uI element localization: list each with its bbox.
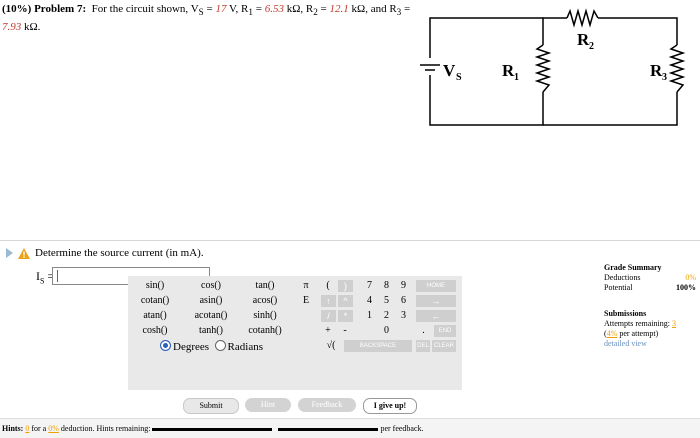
- digit-3-key[interactable]: 3: [396, 310, 411, 322]
- digit-9-key[interactable]: 9: [396, 280, 411, 292]
- angle-mode: Degrees Radians: [160, 340, 263, 353]
- r3-sub: 3: [662, 72, 667, 83]
- radians-radio[interactable]: [214, 340, 226, 351]
- detailed-view-link[interactable]: detailed view: [604, 339, 698, 349]
- r2-value: 12.1: [329, 3, 349, 15]
- acotan-key[interactable]: acotan(): [186, 310, 236, 321]
- r2-sub: 2: [589, 41, 594, 52]
- sinh-key[interactable]: sinh(): [240, 310, 290, 321]
- degrees-radio[interactable]: [160, 340, 171, 351]
- hints-bar: Hints: 0 for a 0% deduction. Hints remai…: [0, 418, 700, 438]
- attempts-remaining: Attempts remaining: 3: [604, 319, 676, 328]
- deductions-row: Deductions 0%: [604, 273, 696, 282]
- hints-label: Hints:: [2, 424, 24, 433]
- digit-7-key[interactable]: 7: [362, 280, 377, 292]
- feedback-tail: per feedback.: [380, 424, 424, 433]
- acos-key[interactable]: acos(): [240, 295, 290, 306]
- left-arrow-key[interactable]: ←: [416, 310, 456, 322]
- per-attempt: (4% per attempt): [604, 329, 659, 338]
- tan-key[interactable]: tan(): [240, 280, 290, 291]
- r1-sub: 1: [514, 72, 519, 83]
- grade-summary-title: Grade Summary: [604, 263, 662, 272]
- star-key[interactable]: *: [338, 310, 353, 322]
- circuit-wire-bottom-left: [429, 75, 544, 126]
- hints-redaction-bar: [152, 427, 273, 431]
- up-arrow-key[interactable]: ↑: [321, 295, 336, 307]
- cotan-key[interactable]: cotan(): [130, 295, 180, 306]
- grade-summary: Grade Summary Deductions 0% Potential 100%: [604, 263, 696, 293]
- warning-icon: [18, 247, 30, 259]
- digit-2-key[interactable]: 2: [379, 310, 394, 322]
- section-divider: [0, 240, 700, 241]
- digit-6-key[interactable]: 6: [396, 295, 411, 307]
- hint-button[interactable]: Hint: [245, 398, 291, 412]
- vs-label: V: [443, 61, 456, 80]
- circuit-wire-bottom-right: [543, 92, 678, 126]
- hints-deduction-pct: 0%: [48, 424, 59, 433]
- right-arrow-key[interactable]: →: [416, 295, 456, 307]
- sqrt-key[interactable]: √(: [321, 340, 341, 351]
- question-row: Determine the source current (in mA).: [6, 247, 204, 259]
- slash-key[interactable]: /: [321, 310, 336, 322]
- circuit-wire-top-left: [429, 17, 544, 58]
- caret-key[interactable]: ^: [338, 295, 353, 307]
- calculator-keypad: sin() cotan() atan() cosh() cos() asin()…: [128, 276, 462, 390]
- asin-key[interactable]: asin(): [186, 295, 236, 306]
- minus-key[interactable]: -: [338, 325, 352, 336]
- cos-key[interactable]: cos(): [186, 280, 236, 291]
- circuit-diagram: V S R 1 R 2 R 3: [420, 8, 686, 126]
- give-up-button[interactable]: I give up!: [363, 398, 417, 414]
- plus-key[interactable]: +: [321, 325, 335, 336]
- pi-key[interactable]: π: [299, 280, 313, 291]
- r1-value: 6.53: [264, 3, 284, 15]
- feedback-redaction-bar: [278, 427, 379, 431]
- end-key[interactable]: END: [434, 325, 456, 337]
- cotanh-key[interactable]: cotanh(): [240, 325, 290, 336]
- e-key[interactable]: E: [299, 295, 313, 306]
- close-paren-key[interactable]: ): [338, 280, 353, 292]
- circuit-wire-r2-right: [598, 17, 678, 45]
- atan-key[interactable]: atan(): [130, 310, 180, 321]
- tanh-key[interactable]: tanh(): [186, 325, 236, 336]
- cosh-key[interactable]: cosh(): [130, 325, 180, 336]
- r1-zigzag: [534, 44, 552, 93]
- r3-zigzag: [668, 44, 686, 93]
- digit-0-key[interactable]: 0: [379, 325, 394, 337]
- potential-row: Potential 100%: [604, 283, 696, 292]
- home-key[interactable]: HOME: [416, 280, 456, 292]
- problem-number: (10%) Problem 7:: [2, 3, 87, 15]
- submissions-panel: Submissions Attempts remaining: 3 (4% pe…: [604, 309, 698, 349]
- problem-statement: (10%) Problem 7: For the circuit shown, …: [2, 3, 411, 34]
- feedback-button[interactable]: Feedback: [298, 398, 356, 412]
- digit-4-key[interactable]: 4: [362, 295, 377, 307]
- del-key[interactable]: DEL: [416, 340, 430, 352]
- vs-sub: S: [456, 72, 462, 83]
- digit-1-key[interactable]: 1: [362, 310, 377, 322]
- r2-zigzag: [566, 8, 599, 28]
- digit-8-key[interactable]: 8: [379, 280, 394, 292]
- vs-value: 17: [215, 3, 227, 15]
- clear-key[interactable]: CLEAR: [432, 340, 456, 352]
- open-paren-key[interactable]: (: [321, 280, 335, 291]
- text-caret: [57, 270, 58, 282]
- backspace-key[interactable]: BACKSPACE: [344, 340, 412, 352]
- play-icon[interactable]: [6, 248, 13, 258]
- question-text: Determine the source current (in mA).: [35, 247, 204, 259]
- r3-value: 7.93: [2, 21, 22, 34]
- submissions-title: Submissions: [604, 309, 647, 318]
- submit-button[interactable]: Submit: [183, 398, 239, 414]
- sin-key[interactable]: sin(): [130, 280, 180, 291]
- digit-5-key[interactable]: 5: [379, 295, 394, 307]
- decimal-key[interactable]: .: [416, 325, 431, 337]
